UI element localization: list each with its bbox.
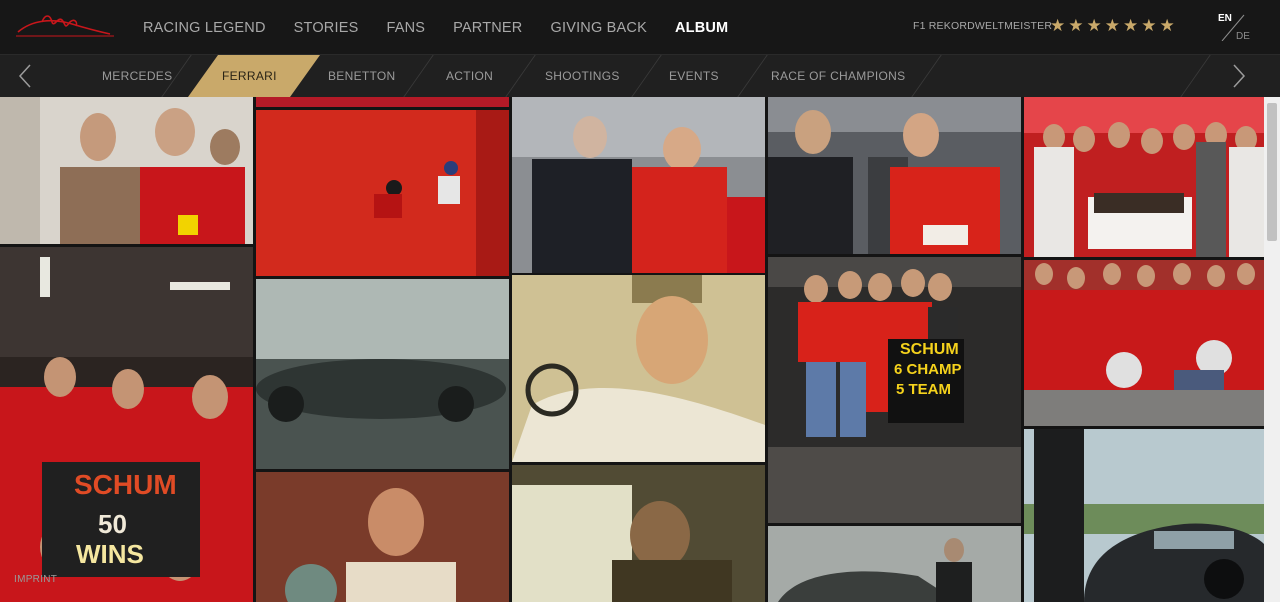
chevron-left-icon[interactable] <box>0 55 50 97</box>
nav-racing-legend[interactable]: RACING LEGEND <box>143 20 266 36</box>
nav-partner[interactable]: PARTNER <box>453 20 522 36</box>
category-action[interactable]: ACTION <box>446 55 493 97</box>
photo-tile[interactable] <box>1024 260 1264 426</box>
nav-giving-back[interactable]: GIVING BACK <box>550 20 646 36</box>
category-race-of-champions[interactable]: RACE OF CHAMPIONS <box>771 55 905 97</box>
sign-text: 6 CHAMP <box>894 361 962 378</box>
photo-tile[interactable]: SCHUM 50 WINS <box>0 247 253 602</box>
divider <box>1180 55 1211 97</box>
category-ferrari[interactable]: FERRARI <box>222 55 277 97</box>
language-switcher: EN DE <box>1212 9 1252 45</box>
chevron-right-icon[interactable] <box>1214 55 1264 97</box>
photo-tile[interactable] <box>768 526 1021 602</box>
photo-tile[interactable] <box>512 465 765 602</box>
sign-text: WINS <box>76 539 144 569</box>
star-icon: ★ <box>1141 16 1157 35</box>
photo-tile[interactable] <box>0 97 253 244</box>
top-navigation-bar: RACING LEGEND STORIES FANS PARTNER GIVIN… <box>0 0 1280 55</box>
photo-tile[interactable] <box>512 275 765 462</box>
photo-tile[interactable] <box>256 97 509 107</box>
signature-logo[interactable] <box>12 10 116 42</box>
photo-tile[interactable] <box>256 279 509 469</box>
category-shootings[interactable]: SHOOTINGS <box>545 55 620 97</box>
star-icon: ★ <box>1050 16 1066 35</box>
lang-en-link[interactable]: EN <box>1218 13 1232 24</box>
nav-fans[interactable]: FANS <box>386 20 425 36</box>
nav-album[interactable]: ALBUM <box>675 20 728 36</box>
category-events[interactable]: EVENTS <box>669 55 719 97</box>
star-icon: ★ <box>1068 16 1084 35</box>
star-icon: ★ <box>1104 16 1120 35</box>
divider <box>737 55 768 97</box>
sign-text: 50 <box>98 509 127 539</box>
category-mercedes[interactable]: MERCEDES <box>102 55 172 97</box>
lang-de-link[interactable]: DE <box>1236 31 1250 42</box>
photo-tile[interactable] <box>256 110 509 276</box>
sign-text: SCHUM <box>900 341 959 358</box>
sign-text: 5 TEAM <box>896 381 952 398</box>
divider <box>403 55 434 97</box>
photo-grid: SCHUM 50 WINS SCHUM 6 CHAMP 5 TEAM <box>0 97 1264 602</box>
photo-tile[interactable] <box>1024 429 1264 602</box>
nav-stories[interactable]: STORIES <box>294 20 359 36</box>
photo-tile[interactable] <box>512 97 765 273</box>
sign-text: SCHUM <box>74 469 177 500</box>
photo-tile[interactable] <box>256 472 509 602</box>
championship-stars: ★ ★ ★ ★ ★ ★ ★ <box>1050 14 1178 38</box>
divider <box>911 55 942 97</box>
record-champion-title: F1 REKORDWELTMEISTER <box>913 20 1053 32</box>
scrollbar-thumb[interactable] <box>1267 103 1277 241</box>
photo-tile[interactable]: SCHUM 6 CHAMP 5 TEAM <box>768 257 1021 523</box>
imprint-link[interactable]: IMPRINT <box>14 574 57 585</box>
star-icon: ★ <box>1159 16 1175 35</box>
divider <box>631 55 662 97</box>
photo-tile[interactable] <box>1024 97 1264 257</box>
star-icon: ★ <box>1086 16 1102 35</box>
main-nav: RACING LEGEND STORIES FANS PARTNER GIVIN… <box>143 0 756 55</box>
divider <box>505 55 536 97</box>
album-category-bar: MERCEDES FERRARI BENETTON ACTION SHOOTIN… <box>0 55 1280 97</box>
category-benetton[interactable]: BENETTON <box>328 55 396 97</box>
star-icon: ★ <box>1123 16 1139 35</box>
photo-tile[interactable] <box>768 97 1021 254</box>
